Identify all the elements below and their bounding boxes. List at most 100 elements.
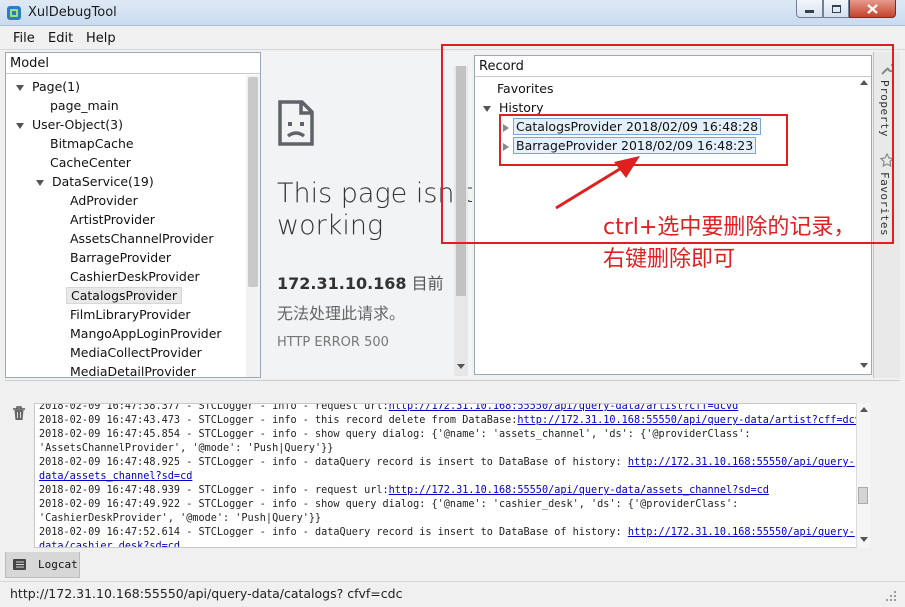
tree-item-label: CatalogsProvider [66,287,182,304]
tree-item-label: BarrageProvider [70,250,172,265]
close-button[interactable] [849,0,896,18]
tree-item-label: CacheCenter [50,155,131,170]
log-link[interactable]: data/cashier_desk?sd=cd [39,541,180,547]
tree-item[interactable]: CatalogsProvider [66,286,182,305]
log-link[interactable]: data/assets_channel?sd=cd [39,471,192,482]
log-lines: 2018-02-09 16:47:38.377 - STCLogger - in… [39,403,867,547]
log-line: 2018-02-09 16:47:48.939 - STCLogger - in… [39,484,859,498]
log-link[interactable]: http://172.31.10.168:55550/api/query-dat… [517,415,867,426]
tree-item-label: AdProvider [70,193,138,208]
log-line-text: 'AssetsChannelProvider', '@mode': 'Push|… [39,443,334,454]
tree-item-label: Page(1) [32,79,80,94]
tree-item-label: DataService(19) [52,174,154,189]
status-url: http://172.31.10.168:55550/api/query-dat… [10,586,403,601]
tree-item-label: MediaDetailProvider [70,364,196,377]
expand-arrow-icon[interactable] [36,179,44,186]
tree-item[interactable]: MangoAppLoginProvider [70,324,222,343]
tree-item[interactable]: User-Object(3) [16,115,123,134]
annotation-line-2: 右键删除即可 [603,247,736,272]
model-panel-header: Model [6,53,260,74]
annotation-line-1: ctrl+选中要删除的记录， [603,215,856,240]
log-link[interactable]: http://172.31.10.168:55550/api/query-dat… [389,485,769,496]
log-line: 'AssetsChannelProvider', '@mode': 'Push|… [39,442,859,456]
log-line-text: 'CashierDeskProvider', '@mode': 'Push|Qu… [39,513,322,524]
tree-item[interactable]: ArtistProvider [70,210,155,229]
log-line: 2018-02-09 16:47:45.854 - STCLogger - in… [39,428,859,442]
log-line: 2018-02-09 16:47:48.925 - STCLogger - in… [39,456,859,470]
model-panel-title: Model [10,56,50,71]
tree-item[interactable]: Page(1) [16,77,80,96]
tree-item-label: FilmLibraryProvider [70,307,191,322]
window-title: XulDebugTool [28,5,117,20]
log-line-text: 2018-02-09 16:47:48.939 - STCLogger - in… [39,485,389,496]
trash-icon[interactable] [12,406,26,421]
log-output[interactable]: 2018-02-09 16:47:38.377 - STCLogger - in… [34,403,870,548]
tree-item-label: User-Object(3) [32,117,123,132]
tree-item[interactable]: CacheCenter [50,153,131,172]
tree-item[interactable]: BitmapCache [50,134,134,153]
close-icon [867,3,878,14]
scroll-down-arrow-icon[interactable] [860,363,868,369]
log-line-text: 2018-02-09 16:47:43.473 - STCLogger - in… [39,415,518,426]
model-scroll-thumb[interactable] [248,77,258,287]
resize-grip-icon[interactable] [885,590,897,602]
tree-item[interactable]: FilmLibraryProvider [70,305,191,324]
log-line-text: 2018-02-09 16:47:48.925 - STCLogger - in… [39,457,628,468]
log-line: 2018-02-09 16:47:49.922 - STCLogger - in… [39,498,859,512]
scroll-down-arrow-icon[interactable] [860,537,868,543]
log-link[interactable]: http://172.31.10.168:55550/api/query-dat… [389,404,739,412]
tree-item[interactable]: AdProvider [70,191,138,210]
log-link[interactable]: http://172.31.10.168:55550/api/query- [628,527,855,538]
error-host: 172.31.10.168 [277,274,407,293]
log-line: 'CashierDeskProvider', '@mode': 'Push|Qu… [39,512,859,526]
scroll-up-arrow-icon[interactable] [860,407,868,413]
title-bar: XulDebugTool [0,0,905,26]
error-host-line: 172.31.10.168 目前 [277,270,444,294]
menu-file[interactable]: File [13,31,35,46]
tab-logcat[interactable]: Logcat [5,552,80,578]
log-line-text: 2018-02-09 16:47:45.854 - STCLogger - in… [39,429,751,440]
scroll-down-arrow-icon[interactable] [457,364,465,370]
app-icon [7,6,21,20]
menu-edit[interactable]: Edit [48,31,73,46]
tree-item-label: BitmapCache [50,136,134,151]
log-line: data/cashier_desk?sd=cd [39,540,859,547]
tree-item-label: MangoAppLoginProvider [70,326,222,341]
log-scrollbar[interactable] [856,403,870,548]
log-line: 2018-02-09 16:47:43.473 - STCLogger - in… [39,414,867,428]
tree-item-label: page_main [50,98,119,113]
error-host-suffix: 目前 [406,274,444,293]
tree-item[interactable]: MediaDetailProvider [70,362,196,377]
expand-arrow-icon[interactable] [16,84,24,91]
tree-item[interactable]: CashierDeskProvider [70,267,200,286]
error-code: HTTP ERROR 500 [277,335,389,350]
log-scroll-thumb[interactable] [858,487,868,504]
minimize-button[interactable] [796,0,823,18]
logcat-label: Logcat [38,558,78,571]
broken-page-icon [278,100,314,146]
tree-item-label: AssetsChannelProvider [70,231,214,246]
tree-item[interactable]: page_main [50,96,119,115]
log-line: 2018-02-09 16:47:38.377 - STCLogger - in… [39,403,859,414]
tree-item[interactable]: BarrageProvider [70,248,171,267]
list-icon [13,559,26,570]
expand-arrow-icon[interactable] [16,122,24,129]
maximize-icon [831,4,841,13]
tree-item[interactable]: DataService(19) [36,172,154,191]
tree-item-label: MediaCollectProvider [70,345,202,360]
menu-help[interactable]: Help [86,31,116,46]
annotation-arrow-icon [555,156,640,210]
tree-item-label: ArtistProvider [70,212,155,227]
log-line-text: 2018-02-09 16:47:38.377 - STCLogger - in… [39,403,389,412]
tree-item[interactable]: AssetsChannelProvider [70,229,213,248]
log-link[interactable]: http://172.31.10.168:55550/api/query- [628,457,855,468]
model-tree[interactable]: Page(1) page_main User-Object(3) BitmapCach… [6,75,246,377]
maximize-button[interactable] [823,0,849,18]
log-line-text: 2018-02-09 16:47:52.614 - STCLogger - in… [39,527,628,538]
annotation-text: ctrl+选中要删除的记录， 右键删除即可 [603,212,855,276]
log-line-text: 2018-02-09 16:47:49.922 - STCLogger - in… [39,499,739,510]
model-panel: Model Page(1) page_main User-Object(3) Bitm… [5,52,261,378]
tree-item[interactable]: MediaCollectProvider [70,343,202,362]
tree-item-label: CashierDeskProvider [70,269,200,284]
log-line: data/assets_channel?sd=cd [39,470,859,484]
